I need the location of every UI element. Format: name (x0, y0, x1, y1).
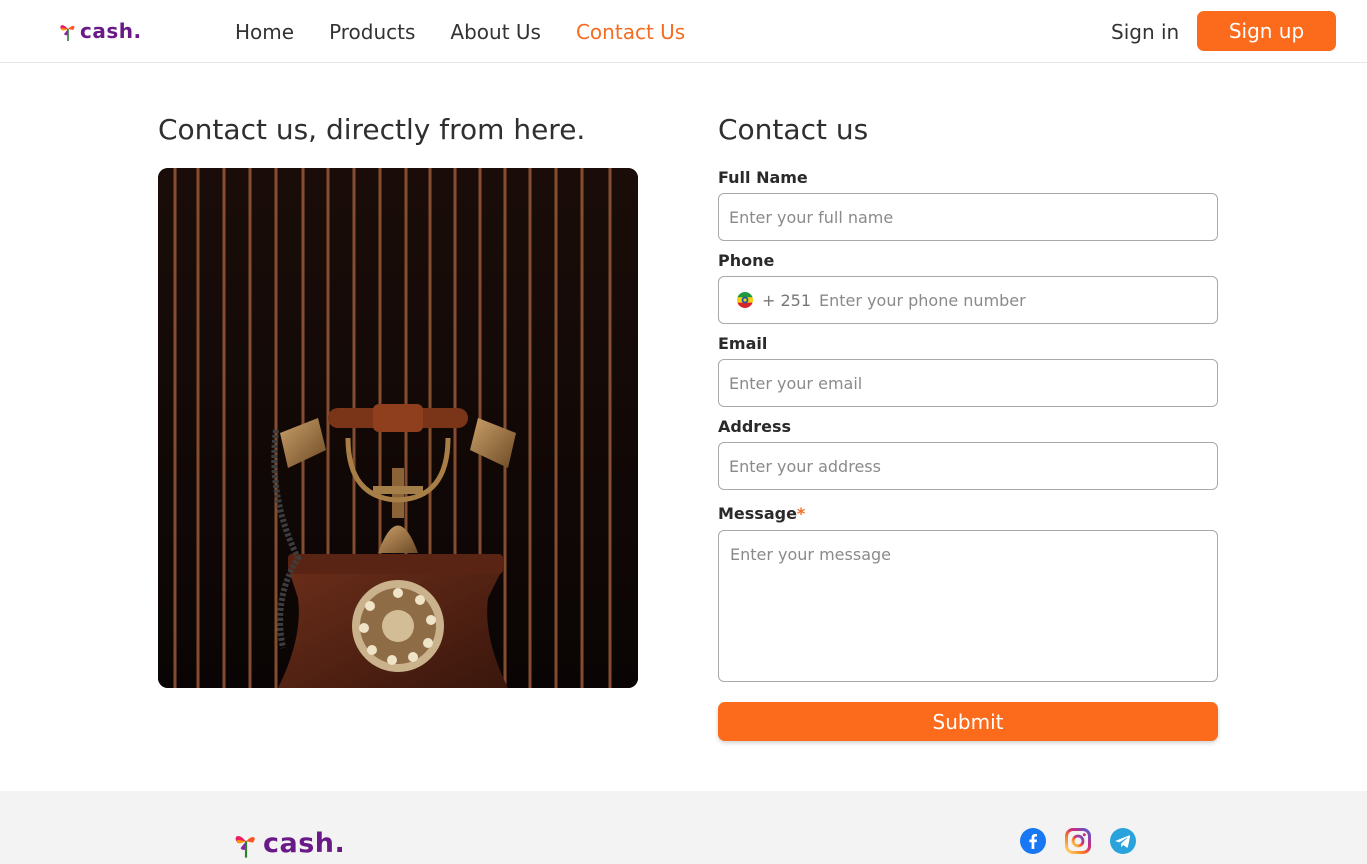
phone-label: Phone (718, 251, 775, 270)
vintage-telephone-photo (158, 168, 638, 688)
full-name-field[interactable] (718, 193, 1218, 241)
message-label: Message* (718, 504, 805, 523)
nav-about-us[interactable]: About Us (450, 18, 541, 46)
ethiopia-flag-icon (737, 292, 753, 308)
sign-up-button[interactable]: Sign up (1197, 11, 1336, 51)
required-asterisk: * (796, 504, 806, 523)
address-input[interactable] (719, 443, 1217, 489)
nav-contact-us[interactable]: Contact Us (576, 18, 685, 46)
brand-name: cash. (80, 19, 142, 43)
full-name-label: Full Name (718, 168, 808, 187)
footer-brand-name: cash. (263, 828, 346, 859)
nav-home[interactable]: Home (235, 18, 294, 46)
top-navbar: cash. Home Products About Us Contact Us … (0, 0, 1367, 63)
email-label: Email (718, 334, 768, 353)
country-code[interactable]: + 251 (762, 291, 811, 310)
footer: cash. (0, 791, 1367, 864)
message-label-text: Message (718, 504, 797, 523)
email-input[interactable] (719, 360, 1217, 406)
footer-brand-logo[interactable]: cash. (232, 829, 345, 859)
nav-products[interactable]: Products (329, 18, 415, 46)
message-textarea[interactable] (719, 531, 1217, 681)
telegram-icon[interactable] (1110, 828, 1136, 854)
pinwheel-logo-icon (58, 20, 78, 42)
contact-intro-heading: Contact us, directly from here. (158, 113, 586, 146)
main-nav: Home Products About Us Contact Us (235, 18, 720, 46)
email-field[interactable] (718, 359, 1218, 407)
submit-button[interactable]: Submit (718, 702, 1218, 741)
sign-in-link[interactable]: Sign in (1111, 18, 1179, 46)
address-label: Address (718, 417, 792, 436)
address-field[interactable] (718, 442, 1218, 490)
brand-logo[interactable]: cash. (58, 20, 142, 42)
instagram-icon[interactable] (1065, 828, 1091, 854)
full-name-input[interactable] (719, 194, 1217, 240)
contact-form-title: Contact us (718, 113, 869, 146)
phone-input[interactable] (811, 277, 1217, 323)
message-field[interactable] (718, 530, 1218, 682)
phone-field[interactable]: + 251 (718, 276, 1218, 324)
pinwheel-logo-icon (232, 829, 260, 859)
facebook-icon[interactable] (1020, 828, 1046, 854)
